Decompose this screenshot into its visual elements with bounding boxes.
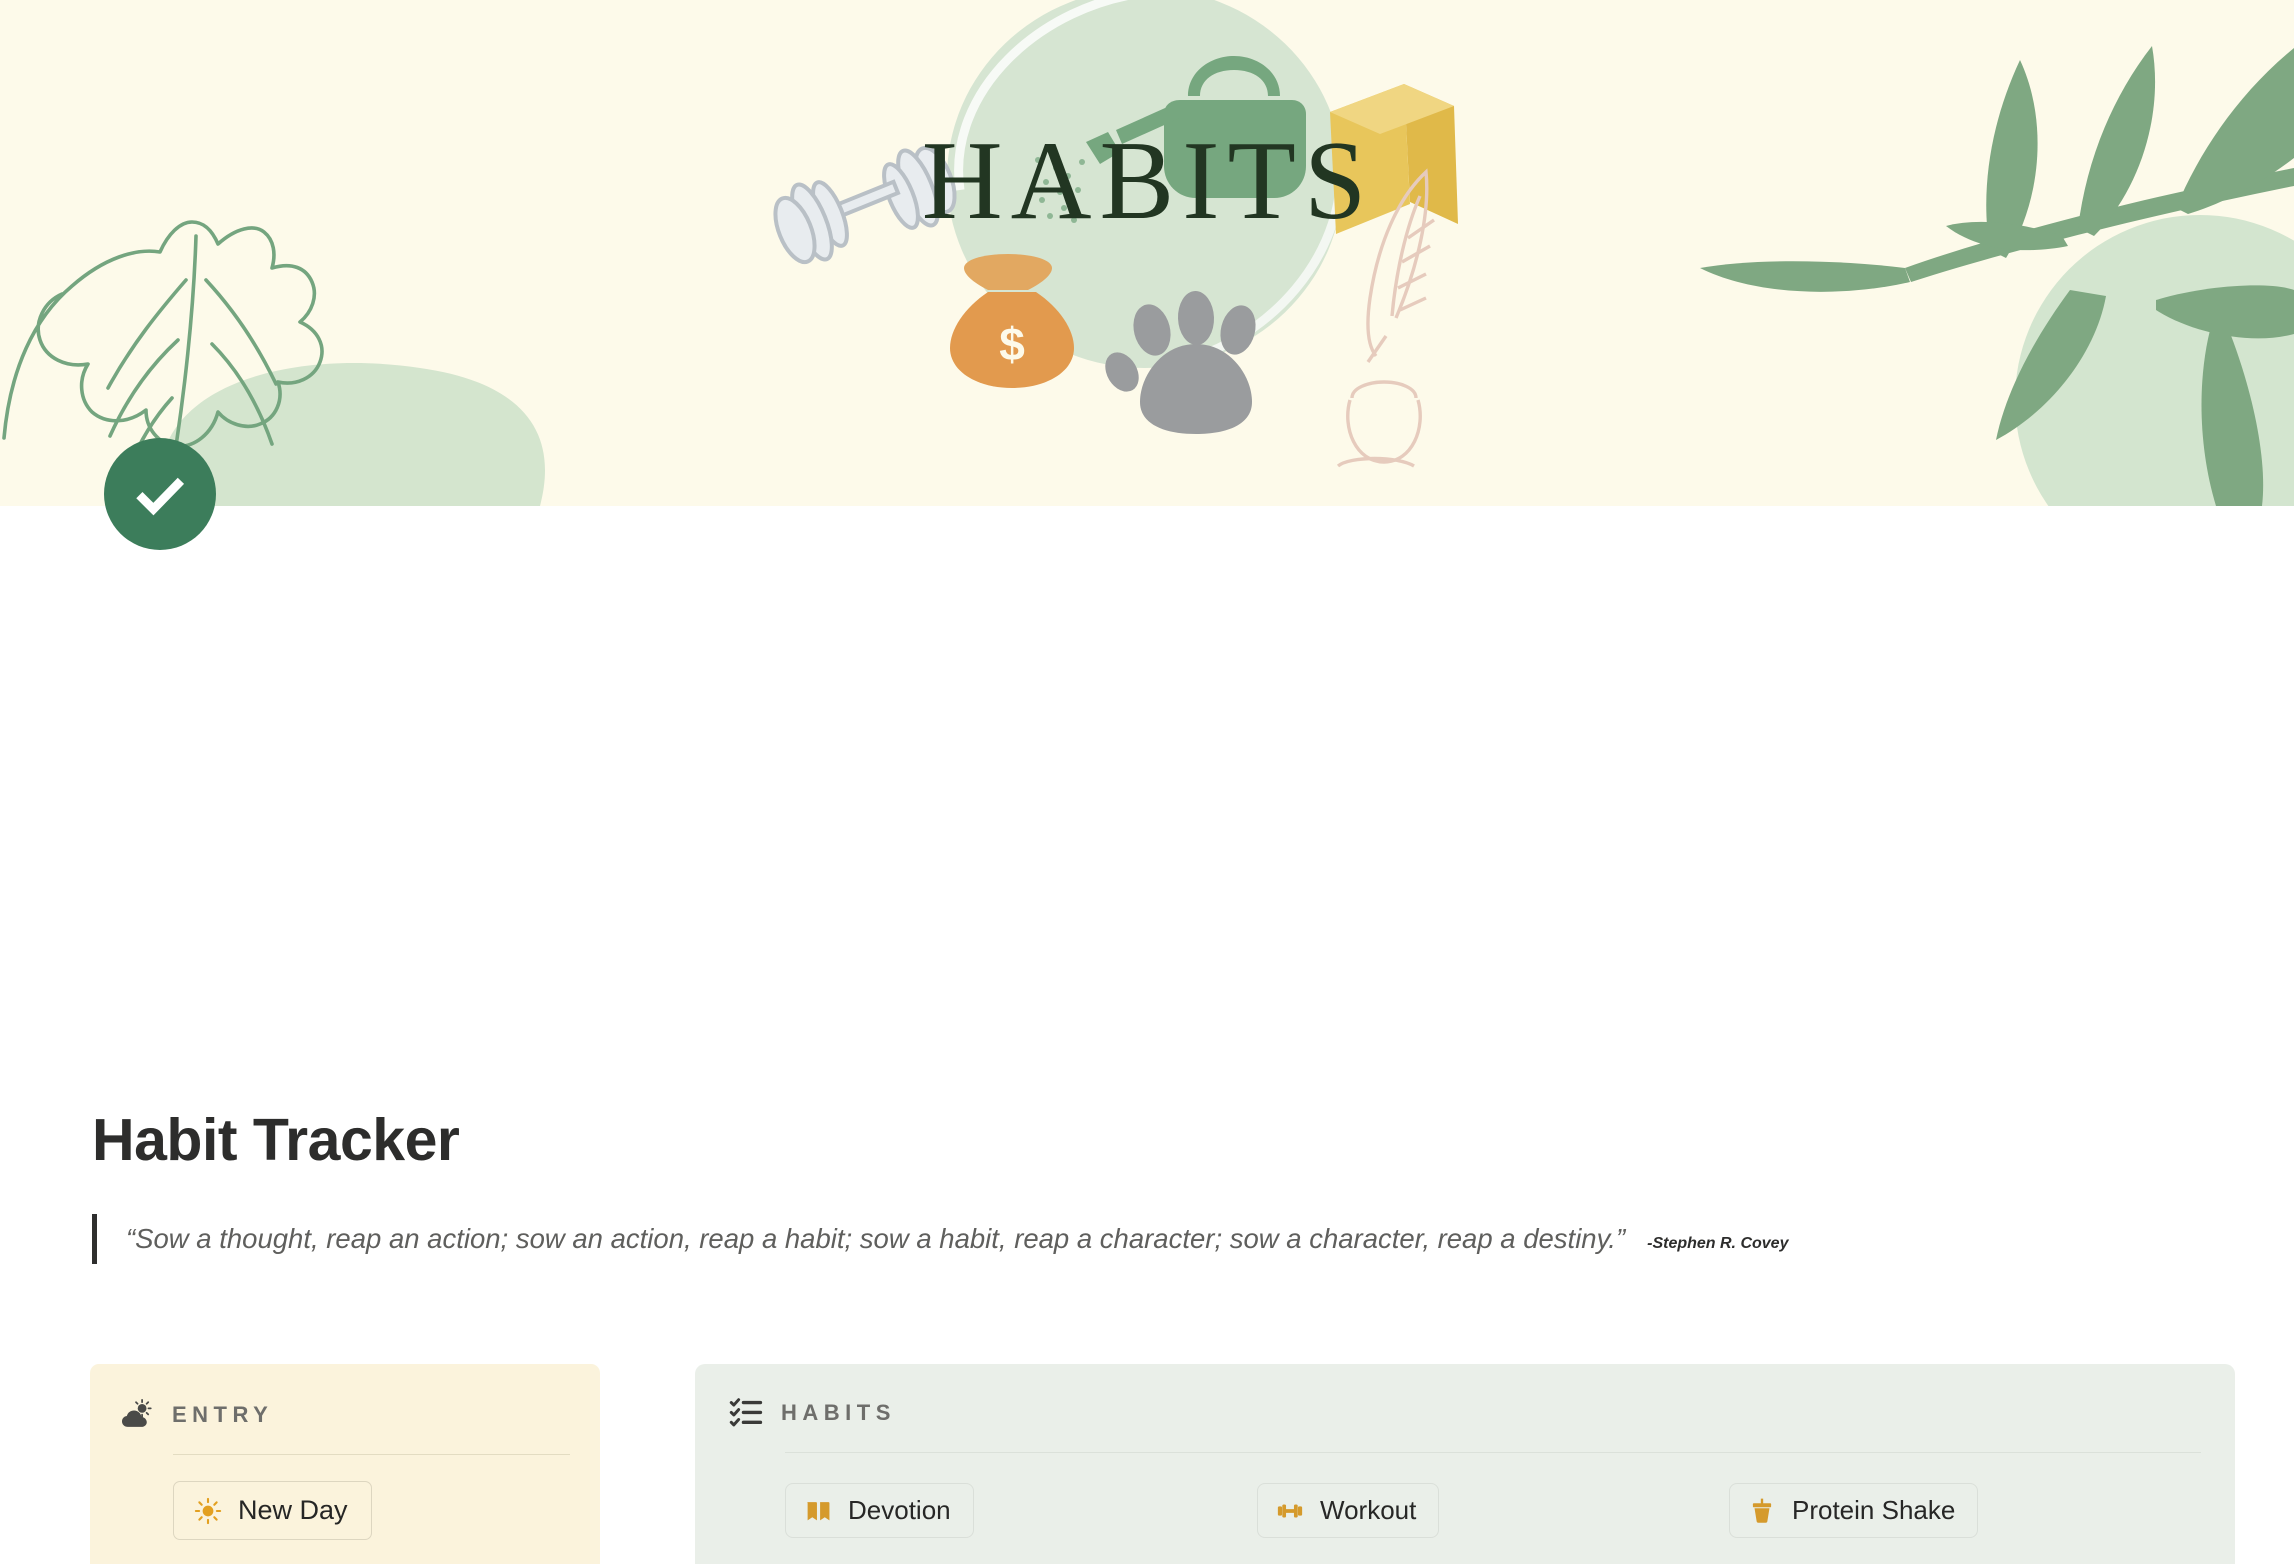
habits-card-title: HABITS — [781, 1400, 896, 1425]
quote-author: -Stephen R. Covey — [1647, 1235, 1789, 1252]
page-banner: $ HABITS — [0, 0, 2294, 506]
dumbbell-icon — [1277, 1503, 1303, 1518]
partly-cloudy-icon — [121, 1398, 152, 1427]
habits-divider — [785, 1452, 2201, 1453]
svg-text:HABITS: HABITS — [922, 119, 1374, 243]
svg-text:$: $ — [999, 318, 1025, 370]
page-check-icon[interactable] — [104, 438, 216, 550]
left-column: ENTRY New Day — [90, 1364, 600, 1564]
habits-card-header: HABITS — [729, 1396, 2201, 1430]
entry-divider — [173, 1454, 570, 1455]
banner-artwork: $ HABITS — [0, 0, 2294, 506]
check-icon — [136, 477, 185, 516]
page-title: Habit Tracker — [92, 1107, 460, 1173]
entry-card-header: ENTRY — [120, 1398, 570, 1432]
habit-button[interactable]: Workout — [1257, 1483, 1440, 1538]
entry-card-title: ENTRY — [172, 1402, 274, 1427]
quote-block: “Sow a thought, reap an action; sow an a… — [92, 1214, 2207, 1264]
habit-button-label: Workout — [1320, 1495, 1417, 1525]
habit-button-label: Devotion — [848, 1495, 951, 1525]
habit-button-label: Protein Shake — [1792, 1495, 1956, 1525]
entry-card: ENTRY New Day — [90, 1364, 600, 1564]
habits-button-grid: DevotionWorkoutProtein Shake20 PagesJour… — [785, 1483, 2201, 1564]
habit-button[interactable]: Protein Shake — [1729, 1483, 1979, 1538]
habits-card: HABITS DevotionWorkoutProtein Shake20 Pa… — [695, 1364, 2235, 1564]
quote-text: “Sow a thought, reap an action; sow an a… — [126, 1223, 1626, 1254]
new-day-button[interactable]: New Day — [173, 1481, 372, 1540]
checklist-icon — [729, 1398, 763, 1427]
right-column: HABITS DevotionWorkoutProtein Shake20 Pa… — [695, 1364, 2235, 1564]
new-day-button-label: New Day — [238, 1495, 348, 1525]
drink-cup-icon — [1752, 1498, 1772, 1523]
open-book-icon — [807, 1501, 830, 1520]
habit-button[interactable]: Devotion — [785, 1483, 974, 1538]
sun-icon — [194, 1497, 222, 1524]
